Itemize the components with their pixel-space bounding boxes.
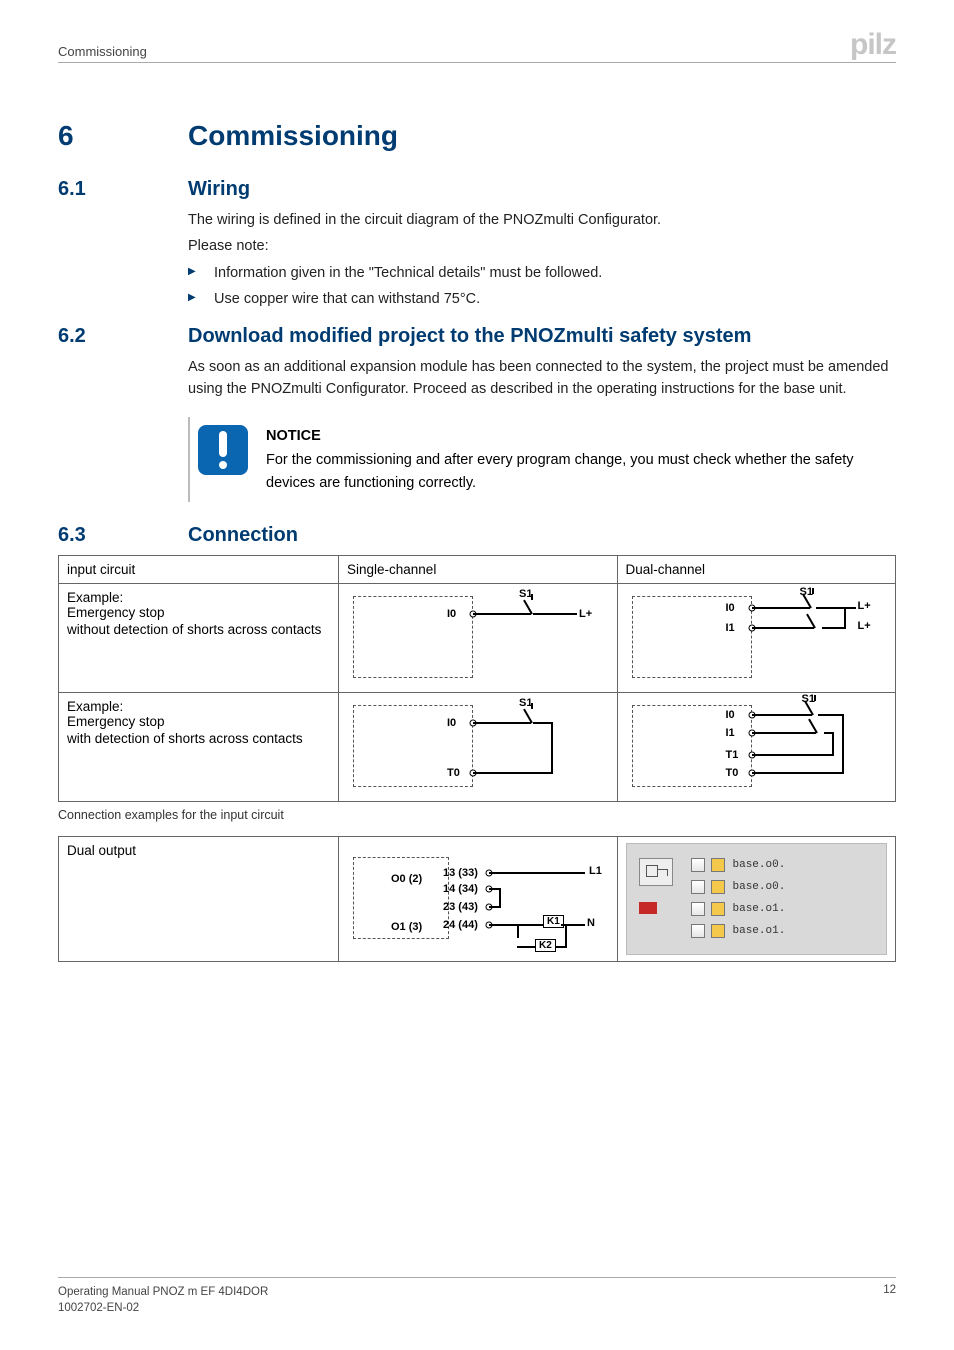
table-cell-diagram: I0 I1 T1 T0 [617, 693, 896, 802]
list-item: Information given in the "Technical deta… [188, 262, 896, 284]
output-icon [711, 858, 725, 872]
brand-logo: pilz [850, 28, 896, 62]
table-cell: Dual output [59, 837, 339, 962]
header-rule [58, 62, 896, 63]
notice-text: For the commissioning and after every pr… [266, 449, 884, 494]
subsection-heading: 6.1 Wiring [58, 178, 896, 201]
subsection-heading: 6.3 Connection [58, 524, 896, 547]
notice-box: NOTICE For the commissioning and after e… [188, 417, 896, 502]
paragraph: The wiring is defined in the circuit dia… [188, 209, 896, 231]
paragraph: As soon as an additional expansion modul… [188, 356, 896, 401]
dual-output-table: Dual output O0 (2) O1 (3) 13 (33) 14 (34… [58, 836, 896, 962]
subsection-title: Connection [188, 524, 298, 547]
subsection-number: 6.2 [58, 325, 188, 348]
subsection-title: Wiring [188, 178, 250, 201]
table-cell-config: base.o0. base.o0. base.o1. base.o1. [617, 837, 896, 962]
checkbox-icon [691, 858, 705, 872]
running-head: Commissioning [58, 44, 147, 59]
footer-docid: 1002702-EN-02 [58, 1300, 268, 1316]
subsection-heading: 6.2 Download modified project to the PNO… [58, 325, 896, 348]
output-icon [711, 924, 725, 938]
module-icon [639, 902, 657, 914]
list-item: Use copper wire that can withstand 75°C. [188, 288, 896, 310]
table-header: Single-channel [339, 556, 618, 584]
notice-caption: NOTICE [266, 425, 884, 447]
config-label: base.o0. [733, 859, 786, 871]
notice-icon [198, 425, 248, 475]
module-icon [639, 858, 673, 886]
table-cell-diagram: I0 T0 S1 [339, 693, 618, 802]
table-cell-diagram: I0 I1 S1 [617, 584, 896, 693]
output-icon [711, 902, 725, 916]
subsection-number: 6.1 [58, 178, 188, 201]
subsection-title: Download modified project to the PNOZmul… [188, 325, 751, 348]
table-cell-diagram: O0 (2) O1 (3) 13 (33) 14 (34) 23 (43) 24… [339, 837, 618, 962]
output-icon [711, 880, 725, 894]
table-caption: Connection examples for the input circui… [58, 808, 896, 822]
section-heading: 6 Commissioning [58, 120, 896, 152]
config-label: base.o1. [733, 903, 786, 915]
footer-title: Operating Manual PNOZ m EF 4DI4DOR [58, 1284, 268, 1300]
table-header: input circuit [59, 556, 339, 584]
table-cell: Example: Emergency stop without detectio… [59, 584, 339, 693]
section-title: Commissioning [188, 120, 398, 152]
page-number: 12 [883, 1284, 896, 1316]
paragraph: Please note: [188, 235, 896, 257]
section-number: 6 [58, 120, 188, 152]
subsection-number: 6.3 [58, 524, 188, 547]
table-cell-diagram: I0 S1 L+ [339, 584, 618, 693]
checkbox-icon [691, 880, 705, 894]
config-label: base.o1. [733, 925, 786, 937]
page-footer: Operating Manual PNOZ m EF 4DI4DOR 10027… [58, 1277, 896, 1316]
checkbox-icon [691, 924, 705, 938]
checkbox-icon [691, 902, 705, 916]
config-label: base.o0. [733, 881, 786, 893]
table-cell: Example: Emergency stop with detection o… [59, 693, 339, 802]
table-header: Dual-channel [617, 556, 896, 584]
input-circuit-table: input circuit Single-channel Dual-channe… [58, 555, 896, 802]
